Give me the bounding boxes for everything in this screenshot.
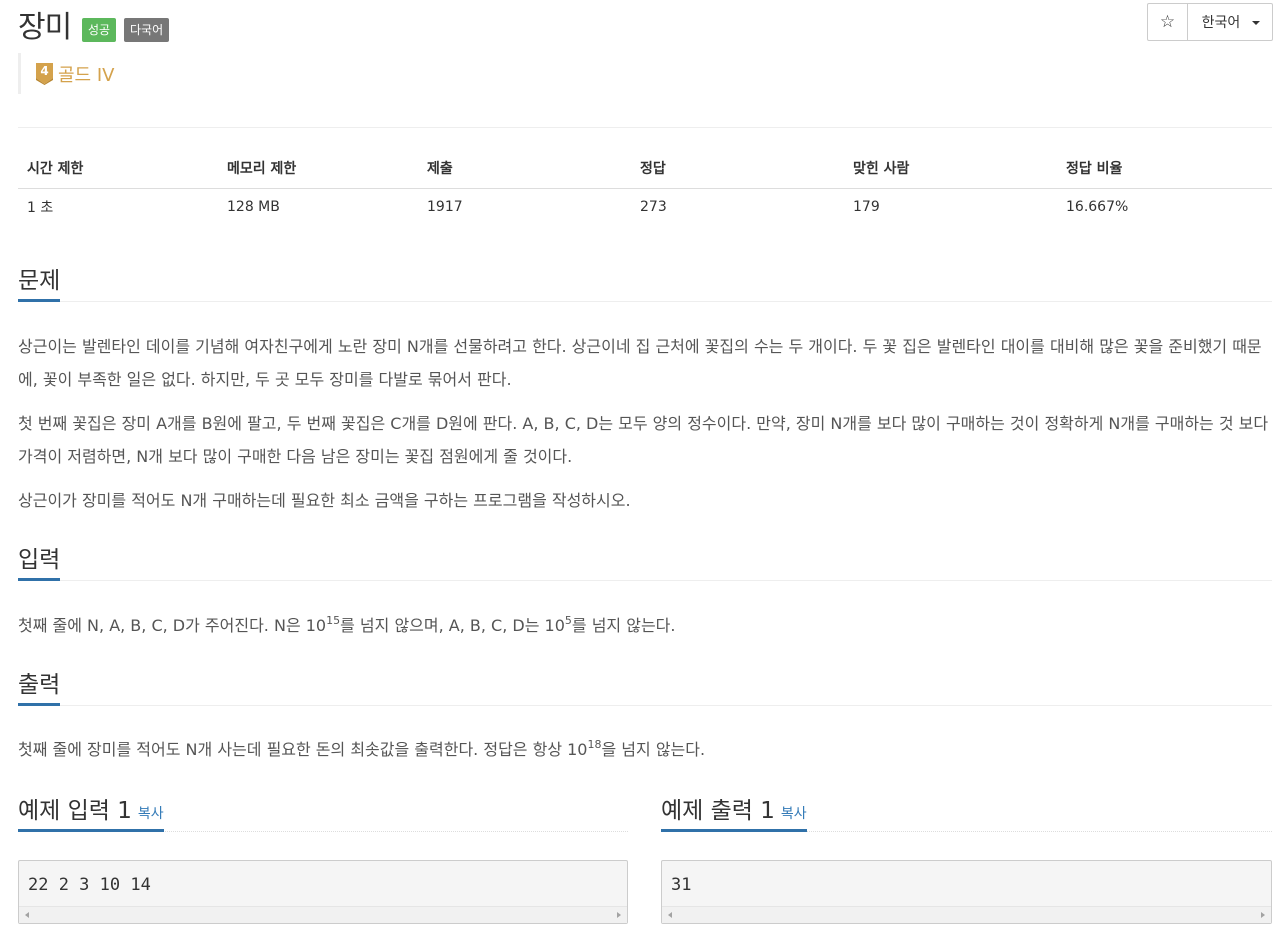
output-paragraph: 첫째 줄에 장미를 적어도 N개 사는데 필요한 돈의 최솟값을 출력한다. 정… bbox=[18, 737, 706, 759]
output-body: 첫째 줄에 장미를 적어도 N개 사는데 필요한 돈의 최솟값을 출력한다. 정… bbox=[18, 733, 1274, 766]
language-dropdown[interactable]: 한국어 bbox=[1188, 4, 1272, 40]
sample-input-box[interactable]: 22 2 3 10 14 bbox=[18, 860, 628, 924]
tier-box: 4 골드 IV bbox=[18, 53, 114, 94]
sample-input-headline: 예제 입력 1 복사 bbox=[18, 796, 628, 832]
description-paragraph: 첫 번째 꽃집은 장미 A개를 B원에 팔고, 두 번째 꽃집은 C개를 D원에… bbox=[18, 414, 1269, 466]
description-headline: 문제 bbox=[18, 266, 1272, 302]
info-value-ratio: 16.667% bbox=[1066, 199, 1129, 216]
info-header-time-limit: 시간 제한 bbox=[18, 148, 218, 189]
scroll-left-icon[interactable] bbox=[668, 912, 672, 918]
info-header-ratio: 정답 비율 bbox=[1057, 148, 1272, 189]
sample-input-data: 22 2 3 10 14 bbox=[28, 875, 151, 895]
description-paragraph: 상근이가 장미를 적어도 N개 구매하는데 필요한 최소 금액을 구하는 프로그… bbox=[18, 491, 631, 510]
input-headline: 입력 bbox=[18, 545, 1272, 581]
info-value-accepted: 273 bbox=[640, 199, 667, 216]
input-paragraph: 첫째 줄에 N, A, B, C, D가 주어진다. N은 1015를 넘지 않… bbox=[18, 613, 676, 635]
info-value-memory-limit: 128 MB bbox=[227, 199, 280, 216]
star-icon: ☆ bbox=[1159, 12, 1176, 32]
info-header-solvers: 맞힌 사람 bbox=[844, 148, 1057, 189]
scroll-left-icon[interactable] bbox=[25, 912, 29, 918]
problem-page: 장미 성공 다국어 ☆ 한국어 4 골드 IV 시간 제한 메모리 제한 제출 … bbox=[0, 0, 1288, 936]
input-heading: 입력 bbox=[18, 545, 61, 581]
info-header-row: 시간 제한 메모리 제한 제출 정답 맞힌 사람 정답 비율 bbox=[18, 148, 1272, 189]
horizontal-scrollbar[interactable] bbox=[19, 906, 627, 923]
star-button[interactable]: ☆ bbox=[1148, 4, 1188, 40]
description-heading: 문제 bbox=[18, 266, 61, 302]
sample-output-box[interactable]: 31 bbox=[661, 860, 1272, 924]
sample-output-heading: 예제 출력 1 복사 bbox=[661, 796, 807, 832]
input-body: 첫째 줄에 N, A, B, C, D가 주어진다. N은 1015를 넘지 않… bbox=[18, 609, 1274, 642]
description-body: 상근이는 발렌타인 데이를 기념해 여자친구에게 노란 장미 N개를 선물하려고… bbox=[18, 330, 1274, 517]
info-value-submissions[interactable]: 1917 bbox=[418, 188, 631, 226]
tier-label[interactable]: 골드 IV bbox=[58, 61, 114, 87]
divider bbox=[18, 127, 1272, 128]
info-value-time-limit: 1 초 bbox=[27, 200, 54, 217]
problem-toolbar: ☆ 한국어 bbox=[1147, 3, 1273, 41]
horizontal-scrollbar[interactable] bbox=[662, 906, 1271, 923]
info-value-solvers: 179 bbox=[853, 199, 880, 216]
sample-input-heading: 예제 입력 1 복사 bbox=[18, 796, 164, 832]
scroll-right-icon[interactable] bbox=[1261, 912, 1265, 918]
problem-info-table: 시간 제한 메모리 제한 제출 정답 맞힌 사람 정답 비율 1 초 128 M… bbox=[18, 148, 1272, 226]
caret-down-icon bbox=[1252, 21, 1261, 25]
output-headline: 출력 bbox=[18, 670, 1272, 706]
problem-title: 장미 bbox=[18, 10, 72, 45]
sample-output-headline: 예제 출력 1 복사 bbox=[661, 796, 1272, 832]
success-badge: 성공 bbox=[82, 18, 117, 42]
gold-tier-icon: 4 bbox=[35, 62, 54, 85]
info-header-submissions: 제출 bbox=[418, 148, 631, 189]
tier-number: 4 bbox=[40, 64, 48, 78]
copy-input-button[interactable]: 복사 bbox=[138, 806, 164, 822]
copy-output-button[interactable]: 복사 bbox=[781, 806, 807, 822]
scroll-right-icon[interactable] bbox=[617, 912, 621, 918]
info-header-accepted: 정답 bbox=[631, 148, 844, 189]
sample-output-data: 31 bbox=[671, 875, 692, 895]
multilang-badge: 다국어 bbox=[124, 18, 170, 42]
language-label: 한국어 bbox=[1201, 15, 1241, 31]
output-heading: 출력 bbox=[18, 670, 61, 706]
info-header-memory-limit: 메모리 제한 bbox=[218, 148, 418, 189]
info-value-row: 1 초 128 MB 1917 273 179 16.667% bbox=[18, 188, 1272, 226]
description-paragraph: 상근이는 발렌타인 데이를 기념해 여자친구에게 노란 장미 N개를 선물하려고… bbox=[18, 337, 1262, 389]
